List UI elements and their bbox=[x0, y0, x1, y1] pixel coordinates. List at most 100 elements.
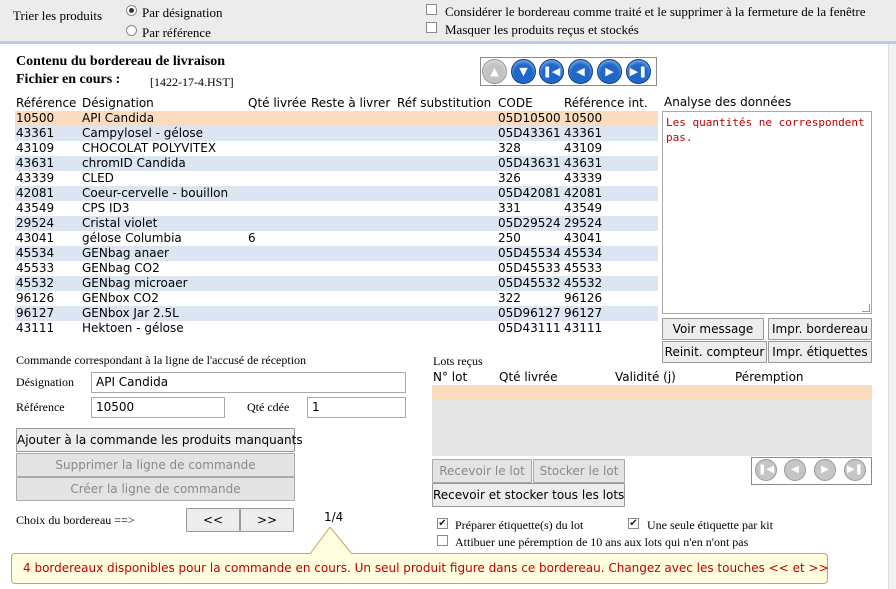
last-record-icon[interactable]: ▶❚ bbox=[626, 59, 651, 84]
reference-field[interactable]: 10500 bbox=[91, 397, 225, 418]
print-slip-button[interactable]: Impr. bordereau bbox=[768, 318, 872, 340]
cell-refi: 42081 bbox=[564, 186, 603, 200]
table-row[interactable]: 96127 GENbox Jar 2.5L 05D96127 96127 bbox=[15, 306, 658, 321]
hide-received-label[interactable]: Masquer les produits reçus et stockés bbox=[445, 22, 639, 38]
cell-refi: 45534 bbox=[564, 246, 603, 260]
ordered-qty-field[interactable]: 1 bbox=[307, 397, 406, 418]
receive-lot-button[interactable]: Recevoir le lot bbox=[432, 459, 532, 483]
cell-ref: 45533 bbox=[16, 261, 55, 275]
sort-by-reference-label[interactable]: Par référence bbox=[142, 25, 211, 41]
window-scrollbar[interactable] bbox=[888, 44, 896, 589]
sort-by-designation-radio[interactable] bbox=[126, 5, 137, 16]
cell-code: 326 bbox=[498, 171, 521, 185]
cell-des: CPS ID3 bbox=[82, 201, 130, 215]
cell-des: CHOCOLAT POLYVITEX bbox=[82, 141, 217, 155]
cell-code: 331 bbox=[498, 201, 521, 215]
table-row[interactable]: 43549 CPS ID3 331 43549 bbox=[15, 201, 658, 216]
first-lot-icon[interactable]: ❚◀ bbox=[755, 459, 777, 481]
tooltip-pointer-cover bbox=[311, 553, 351, 555]
table-row[interactable]: 43109 CHOCOLAT POLYVITEX 328 43109 bbox=[15, 141, 658, 156]
next-slip-button[interactable]: >> bbox=[240, 508, 294, 532]
default-expiry-label[interactable]: Attibuer une péremption de 10 ans aux lo… bbox=[455, 535, 748, 550]
table-row[interactable]: 42081 Coeur-cervelle - bouillon 05D42081 42… bbox=[15, 186, 658, 201]
lots-row-selected[interactable] bbox=[432, 385, 872, 400]
designation-field[interactable]: API Candida bbox=[91, 372, 406, 393]
table-row[interactable]: 29524 Cristal violet 05D29524 29524 bbox=[15, 216, 658, 231]
cell-code: 05D43361 bbox=[498, 126, 561, 140]
table-row[interactable]: 10500 API Candida 05D10500 10500 bbox=[15, 111, 658, 126]
default-expiry-checkbox[interactable] bbox=[437, 535, 448, 546]
table-row[interactable]: 96126 GENbox CO2 322 96126 bbox=[15, 291, 658, 306]
column-header[interactable]: Qté livrée bbox=[499, 370, 558, 384]
cell-des: API Candida bbox=[82, 111, 155, 125]
single-label-per-kit-label[interactable]: Une seule étiquette par kit bbox=[647, 518, 773, 533]
arrow-down-icon[interactable]: ▼ bbox=[511, 59, 536, 84]
add-missing-products-button[interactable]: Ajouter à la commande les produits manqu… bbox=[16, 428, 303, 452]
column-header[interactable]: Référence int. bbox=[564, 96, 648, 111]
receive-store-all-button[interactable]: Recevoir et stocker tous les lots bbox=[432, 483, 625, 507]
prepare-labels-label[interactable]: Préparer étiquette(s) du lot bbox=[455, 518, 583, 533]
sort-by-designation-label[interactable]: Par désignation bbox=[142, 5, 223, 21]
table-row[interactable]: 43111 Hektoen - gélose 05D43111 43111 bbox=[15, 321, 658, 336]
first-record-icon[interactable]: ❚◀ bbox=[539, 59, 564, 84]
cell-des: Campylosel - gélose bbox=[82, 126, 204, 140]
cell-des: gélose Columbia bbox=[82, 231, 182, 245]
resize-grip-icon[interactable] bbox=[862, 304, 870, 312]
column-header[interactable]: Péremption bbox=[735, 370, 804, 384]
column-header[interactable]: Référence bbox=[16, 96, 76, 111]
treat-and-delete-checkbox[interactable] bbox=[426, 4, 437, 15]
sort-label: Trier les produits bbox=[13, 8, 103, 23]
tooltip-pointer bbox=[309, 527, 354, 555]
cell-refi: 29524 bbox=[564, 216, 603, 230]
hide-received-checkbox[interactable] bbox=[426, 22, 437, 33]
table-row[interactable]: 45534 GENbag anaer 05D45534 45534 bbox=[15, 246, 658, 261]
column-header[interactable]: CODE bbox=[498, 96, 533, 111]
last-lot-icon[interactable]: ▶❚ bbox=[844, 459, 866, 481]
cell-ref: 43111 bbox=[16, 321, 55, 335]
column-header[interactable]: N° lot bbox=[433, 370, 467, 384]
table-row[interactable]: 45533 GENbag CO2 05D45533 45533 bbox=[15, 261, 658, 276]
column-header[interactable]: Reste à livrer bbox=[311, 96, 390, 111]
order-title: Commande correspondant à la ligne de l'a… bbox=[16, 353, 307, 367]
cell-ref: 96126 bbox=[16, 291, 55, 305]
slip-page-indicator: 1/4 bbox=[324, 510, 344, 524]
next-lot-icon[interactable]: ▶ bbox=[814, 459, 836, 481]
delete-order-line-button[interactable]: Supprimer la ligne de commande bbox=[16, 453, 295, 477]
cell-code: 05D43631 bbox=[498, 156, 561, 170]
show-message-button[interactable]: Voir message bbox=[662, 318, 764, 340]
cell-refi: 96126 bbox=[564, 291, 603, 305]
single-label-per-kit-checkbox[interactable]: ✔ bbox=[628, 518, 639, 529]
cell-ref: 43041 bbox=[16, 231, 55, 245]
column-header[interactable]: Réf substitution bbox=[397, 96, 491, 111]
store-lot-button[interactable]: Stocker le lot bbox=[533, 459, 625, 483]
column-header[interactable]: Qté livrée bbox=[248, 96, 307, 111]
table-row[interactable]: 43041 gélose Columbia 6 250 43041 bbox=[15, 231, 658, 246]
table-row[interactable]: 43339 CLED 326 43339 bbox=[15, 171, 658, 186]
prepare-labels-checkbox[interactable]: ✔ bbox=[437, 518, 448, 529]
analysis-textarea[interactable]: Les quantités ne correspondent pas. bbox=[662, 111, 872, 314]
print-labels-button[interactable]: Impr. étiquettes bbox=[768, 341, 872, 363]
create-order-line-button[interactable]: Créer la ligne de commande bbox=[16, 477, 295, 501]
table-row[interactable]: 43631 chromID Candida 05D43631 43631 bbox=[15, 156, 658, 171]
column-header[interactable]: Validité (j) bbox=[615, 370, 676, 384]
slip-title: Contenu du bordereau de livraison bbox=[16, 54, 225, 69]
cell-code: 05D45532 bbox=[498, 276, 561, 290]
arrow-up-icon[interactable]: ▲ bbox=[482, 59, 507, 84]
ordered-qty-label: Qté cdée bbox=[247, 400, 290, 414]
reset-counter-button[interactable]: Reinit. compteur bbox=[662, 341, 767, 363]
table-row[interactable]: 43361 Campylosel - gélose 05D43361 43361 bbox=[15, 126, 658, 141]
previous-lot-icon[interactable]: ◀ bbox=[784, 459, 806, 481]
sort-by-reference-radio[interactable] bbox=[126, 25, 137, 36]
options-bar: Trier les produits Par désignation Par r… bbox=[0, 0, 896, 44]
analysis-title: Analyse des données bbox=[664, 95, 792, 109]
column-header[interactable]: Désignation bbox=[82, 96, 154, 111]
previous-slip-button[interactable]: << bbox=[186, 508, 240, 532]
cell-refi: 43111 bbox=[564, 321, 603, 335]
cell-ref: 43549 bbox=[16, 201, 55, 215]
cell-code: 05D45534 bbox=[498, 246, 561, 260]
treat-and-delete-label[interactable]: Considérer le bordereau comme traité et … bbox=[445, 4, 866, 20]
table-row[interactable]: 45532 GENbag microaer 05D45532 45532 bbox=[15, 276, 658, 291]
next-record-icon[interactable]: ▶ bbox=[597, 59, 622, 84]
previous-record-icon[interactable]: ◀ bbox=[568, 59, 593, 84]
cell-des: CLED bbox=[82, 171, 114, 185]
